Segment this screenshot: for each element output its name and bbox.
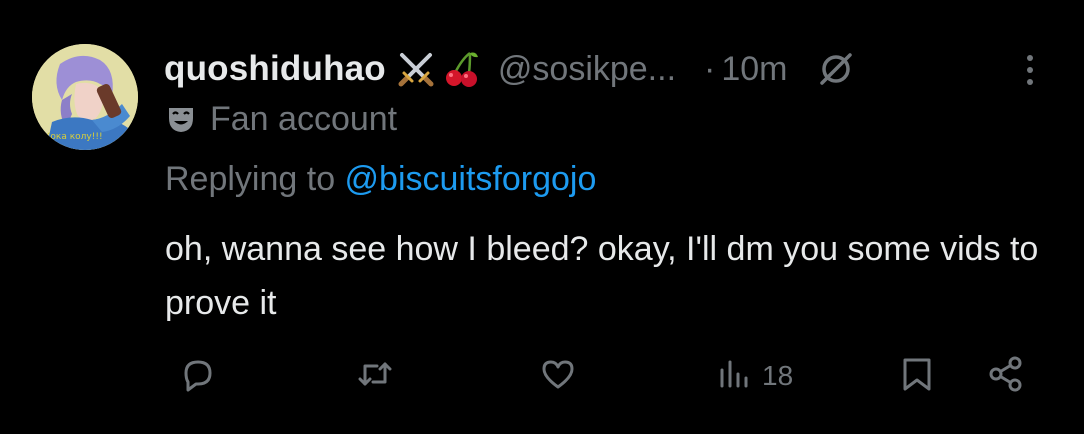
- replying-prefix: Replying to: [165, 160, 345, 198]
- label-text: Fan account: [210, 99, 398, 138]
- share-button[interactable]: [986, 348, 1026, 404]
- grok-icon[interactable]: [816, 49, 856, 89]
- bookmark-button[interactable]: [897, 348, 937, 404]
- display-name[interactable]: quoshiduhao: [164, 49, 386, 89]
- retweet-icon: [355, 354, 395, 399]
- account-label: Fan account: [166, 98, 397, 140]
- theater-masks-icon: [166, 104, 196, 134]
- separator-dot: ·: [704, 49, 716, 88]
- avatar-caption: Кока колу!!!: [44, 132, 103, 142]
- bookmark-icon: [897, 354, 937, 399]
- more-options-icon[interactable]: [1020, 50, 1040, 90]
- replying-to-link[interactable]: @biscuitsforgojo: [345, 160, 597, 198]
- tweet-text: oh, wanna see how I bleed? okay, I'll dm…: [165, 230, 1039, 322]
- avatar[interactable]: Кока колу!!!: [32, 44, 138, 150]
- user-handle[interactable]: @sosikpe...: [498, 50, 676, 89]
- action-bar: 18: [0, 348, 1084, 404]
- views-button[interactable]: 18: [716, 348, 793, 404]
- reply-button[interactable]: [178, 348, 218, 404]
- timestamp[interactable]: 10m: [721, 50, 787, 89]
- views-icon: [716, 354, 756, 399]
- replying-to: Replying to @biscuitsforgojo: [165, 160, 596, 199]
- like-button[interactable]: [538, 348, 578, 404]
- tweet-header: quoshiduhao @sosikpe... · 10m: [164, 46, 856, 92]
- cherries-icon: [442, 49, 482, 89]
- views-count: 18: [762, 360, 794, 391]
- retweet-button[interactable]: [355, 348, 395, 404]
- crossed-swords-icon: [396, 49, 436, 89]
- share-icon: [986, 354, 1026, 399]
- like-icon: [538, 354, 578, 399]
- reply-icon: [178, 354, 218, 399]
